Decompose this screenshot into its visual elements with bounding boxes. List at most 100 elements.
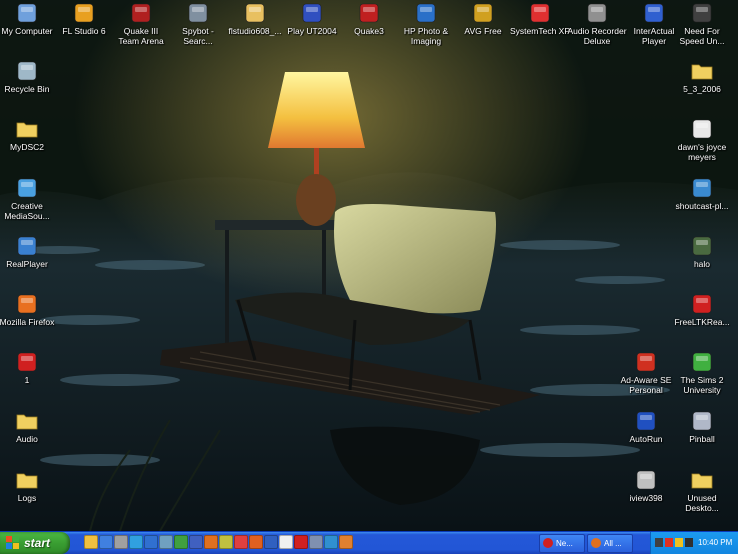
taskbar: start Ne... All ... 10:40 PM: [0, 531, 738, 554]
ql-search-icon[interactable]: [159, 535, 173, 549]
desktop-shortcut[interactable]: Audio: [0, 410, 58, 444]
ql-media-player-icon[interactable]: [204, 535, 218, 549]
tray-security-icon[interactable]: [665, 538, 673, 547]
audio-folder-icon: [16, 414, 38, 430]
desktop-shortcut[interactable]: 5_3_2006: [671, 60, 733, 94]
desktop-shortcut-label: 5_3_2006: [683, 84, 721, 94]
desktop-shortcut-label: shoutcast-pl...: [675, 201, 729, 211]
logs-folder-icon: [16, 473, 38, 489]
desktop-shortcut[interactable]: SystemTech XP: [509, 2, 571, 36]
desktop-shortcut-label: AVG Free: [464, 26, 502, 36]
spybot-icon: [188, 3, 208, 23]
ql-messenger-icon[interactable]: [174, 535, 188, 549]
system-tray: 10:40 PM: [650, 532, 738, 554]
unused-desktop-folder-icon: [691, 473, 713, 489]
ql-app-icon[interactable]: [234, 535, 248, 549]
desktop-shortcut-label: FreeLTKRea...: [674, 317, 730, 327]
ql-orange-icon[interactable]: [339, 535, 353, 549]
desktop-shortcut[interactable]: flstudio608_...: [224, 2, 286, 36]
desktop-shortcut[interactable]: halo: [671, 235, 733, 269]
desktop-shortcut-label: dawn's joyce meyers: [677, 142, 727, 162]
my-computer-icon: [17, 3, 37, 23]
desktop-shortcut[interactable]: Logs: [0, 469, 58, 503]
desktop-shortcut[interactable]: Mozilla Firefox: [0, 293, 58, 327]
shoutcast-icon: [692, 178, 712, 198]
desktop-shortcut[interactable]: HP Photo & Imaging: [395, 2, 457, 46]
desktop-shortcut-label: Unused Deskto...: [685, 493, 719, 513]
mydsc2-folder-icon: [16, 122, 38, 138]
tray-network-icon[interactable]: [655, 538, 663, 547]
desktop-shortcut-label: Audio Recorder Deluxe: [567, 26, 627, 46]
desktop-shortcut[interactable]: AutoRun: [615, 410, 677, 444]
desktop-shortcut[interactable]: FL Studio 6: [53, 2, 115, 36]
desktop-shortcut-label: halo: [693, 259, 711, 269]
desktop-shortcut-label: Play UT2004: [287, 26, 337, 36]
ql-record-icon[interactable]: [294, 535, 308, 549]
desktop-shortcut-label: My Computer: [1, 26, 53, 36]
dawns-joyce-meyers-icon: [692, 119, 712, 139]
desktop-shortcut[interactable]: Unused Deskto...: [671, 469, 733, 513]
desktop-shortcut[interactable]: iview398: [615, 469, 677, 503]
ql-realplayer-icon[interactable]: [144, 535, 158, 549]
ql-help-icon[interactable]: [264, 535, 278, 549]
desktop-wallpaper: [0, 0, 738, 531]
start-button[interactable]: start: [0, 532, 70, 554]
desktop-shortcut[interactable]: Creative MediaSou...: [0, 177, 58, 221]
ql-scanner-icon[interactable]: [114, 535, 128, 549]
desktop-shortcut[interactable]: Pinball: [671, 410, 733, 444]
shortcut-1-icon: [17, 352, 37, 372]
desktop-shortcut[interactable]: shoutcast-pl...: [671, 177, 733, 211]
task-app-icon: [591, 538, 601, 548]
ql-world-icon[interactable]: [324, 535, 338, 549]
desktop-shortcut[interactable]: 1: [0, 351, 58, 385]
desktop-shortcut[interactable]: Quake III Team Arena: [110, 2, 172, 46]
desktop-shortcut[interactable]: Recycle Bin: [0, 60, 58, 94]
desktop-shortcut[interactable]: RealPlayer: [0, 235, 58, 269]
ql-media-icon[interactable]: [129, 535, 143, 549]
ql-network-icon[interactable]: [189, 535, 203, 549]
avg-free-icon: [473, 3, 493, 23]
pdf-document-icon: [692, 294, 712, 314]
desktop-shortcut[interactable]: Audio Recorder Deluxe: [566, 2, 628, 46]
task-button-ne[interactable]: Ne...: [539, 534, 585, 553]
desktop-shortcut-label: The Sims 2 University: [680, 375, 724, 395]
task-button-all[interactable]: All ...: [587, 534, 633, 553]
desktop-shortcut-label: iview398: [629, 493, 663, 503]
desktop-shortcut[interactable]: Spybot - Searc...: [167, 2, 229, 46]
clock[interactable]: 10:40 PM: [698, 538, 732, 547]
desktop-shortcut-label: AutoRun: [629, 434, 663, 444]
desktop-shortcut-label: Audio: [16, 434, 38, 444]
ql-music-icon[interactable]: [219, 535, 233, 549]
task-app-icon: [543, 538, 553, 548]
desktop-shortcut-label: MyDSC2: [9, 142, 44, 152]
desktop-shortcut-label: SystemTech XP: [510, 26, 570, 36]
desktop-shortcut-label: Spybot - Searc...: [182, 26, 214, 46]
start-label: start: [24, 536, 51, 550]
task-label: All ...: [604, 539, 622, 548]
desktop-shortcut[interactable]: FreeLTKRea...: [671, 293, 733, 327]
task-label: Ne...: [556, 539, 573, 548]
halo-icon: [692, 236, 712, 256]
interactual-player-icon: [644, 3, 664, 23]
desktop-shortcut[interactable]: My Computer: [0, 2, 58, 36]
ql-folder-icon[interactable]: [84, 535, 98, 549]
desktop-shortcut[interactable]: Ad-Aware SE Personal: [615, 351, 677, 395]
ql-firefox-icon[interactable]: [249, 535, 263, 549]
tray-monitor-icon[interactable]: [685, 538, 693, 547]
desktop-shortcut[interactable]: Need For Speed Un...: [671, 2, 733, 46]
desktop-shortcut[interactable]: The Sims 2 University: [671, 351, 733, 395]
desktop-shortcut-label: Need For Speed Un...: [679, 26, 725, 46]
desktop-shortcut[interactable]: AVG Free: [452, 2, 514, 36]
ql-mail-icon[interactable]: [279, 535, 293, 549]
ql-disk-icon[interactable]: [309, 535, 323, 549]
desktop-shortcut-label: flstudio608_...: [228, 26, 282, 36]
desktop-shortcut[interactable]: dawn's joyce meyers: [671, 118, 733, 162]
tray-volume-icon[interactable]: [675, 538, 683, 547]
desktop-shortcut[interactable]: MyDSC2: [0, 118, 58, 152]
desktop-shortcut-label: FL Studio 6: [62, 26, 106, 36]
desktop-shortcut[interactable]: Quake3: [338, 2, 400, 36]
desktop-shortcut[interactable]: Play UT2004: [281, 2, 343, 36]
quake-team-arena-icon: [131, 3, 151, 23]
desktop-shortcut-label: Recycle Bin: [4, 84, 50, 94]
ql-ie-icon[interactable]: [99, 535, 113, 549]
